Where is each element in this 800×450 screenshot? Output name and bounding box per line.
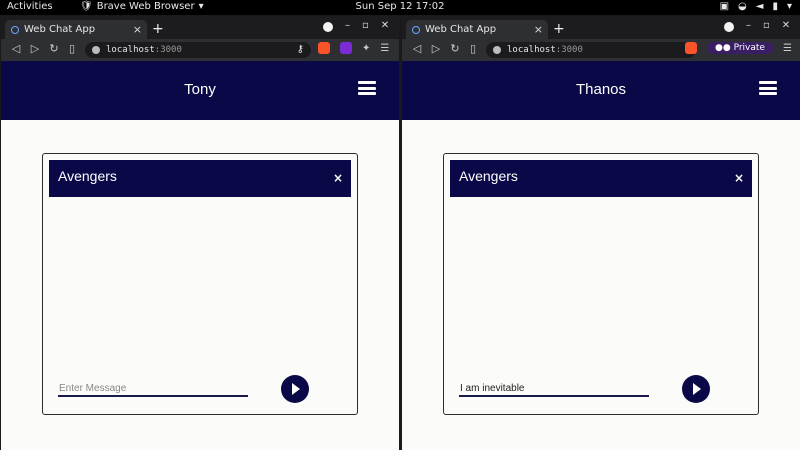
media-indicator-icon[interactable]	[323, 22, 333, 32]
minimize-button[interactable]: –	[746, 20, 751, 31]
reload-button[interactable]: ↻	[448, 42, 462, 55]
incognito-glasses-icon: ●●	[715, 43, 734, 53]
brave-rewards-icon[interactable]	[340, 42, 352, 54]
private-label: Private	[733, 43, 765, 53]
react-favicon-icon	[11, 25, 19, 34]
message-input[interactable]	[459, 381, 649, 397]
close-room-icon[interactable]: ×	[734, 171, 744, 185]
chat-window: Avengers ×	[42, 153, 358, 415]
key-icon[interactable]: ⚷	[297, 44, 304, 55]
tab-web-chat-app[interactable]: Web Chat App ×	[406, 20, 548, 39]
new-tab-button[interactable]: +	[152, 21, 164, 37]
minimize-button[interactable]: –	[345, 20, 350, 31]
message-input[interactable]	[58, 381, 248, 397]
reload-button[interactable]: ↻	[47, 42, 61, 55]
hamburger-menu-icon[interactable]	[358, 81, 376, 95]
app-header: Tony	[1, 61, 399, 120]
tab-title: Web Chat App	[425, 24, 497, 35]
site-info-icon[interactable]	[92, 46, 100, 54]
maximize-button[interactable]: ▫	[763, 20, 770, 31]
camera-icon: ▣	[719, 1, 730, 12]
chevron-down-icon: ▾	[786, 1, 792, 12]
site-info-icon[interactable]	[493, 46, 501, 54]
navigation-toolbar: ◁ ▷ ↻ ▯ localhost:3000 ⚷ ✦ ☰	[1, 39, 399, 61]
battery-icon: ▮	[772, 1, 778, 12]
app-header: Thanos	[402, 61, 800, 120]
url-host: localhost	[106, 45, 155, 55]
web-page: Tony Avengers ×	[1, 61, 399, 450]
username-title: Thanos	[575, 81, 627, 98]
navigation-toolbar: ◁ ▷ ↻ ▯ localhost:3000 ●● Private ☰	[402, 39, 800, 61]
network-icon: ◒	[738, 1, 747, 12]
bookmark-button[interactable]: ▯	[65, 42, 79, 55]
back-button[interactable]: ◁	[410, 42, 424, 55]
extensions-icon[interactable]: ✦	[362, 43, 370, 54]
clock[interactable]: Sun Sep 12 17:02	[356, 1, 445, 12]
close-room-icon[interactable]: ×	[333, 171, 343, 185]
system-top-bar: Activities 🛡 Brave Web Browser ▾ Sun Sep…	[0, 0, 800, 15]
new-tab-button[interactable]: +	[553, 21, 565, 37]
app-menu[interactable]: 🛡 Brave Web Browser ▾	[80, 1, 204, 12]
system-tray[interactable]: ▣ ◒ ◄ ▮ ▾	[720, 1, 792, 12]
volume-icon: ◄	[755, 1, 764, 12]
hamburger-menu-icon[interactable]	[759, 81, 777, 95]
send-button[interactable]	[281, 375, 309, 403]
browser-window-left: Web Chat App × + – ▫ ✕ ◁ ▷ ↻ ▯ localhost…	[1, 16, 399, 450]
url-port: :3000	[154, 45, 182, 55]
maximize-button[interactable]: ▫	[362, 20, 369, 31]
chat-room-header: Avengers ×	[450, 160, 752, 197]
tab-close-icon[interactable]: ×	[133, 23, 142, 36]
window-close-button[interactable]: ✕	[381, 20, 389, 31]
activities-button[interactable]: Activities	[7, 1, 53, 12]
room-name: Avengers	[58, 168, 117, 184]
window-controls: – ▫ ✕	[724, 20, 790, 32]
bookmark-button[interactable]: ▯	[466, 42, 480, 55]
forward-button[interactable]: ▷	[429, 42, 443, 55]
tab-close-icon[interactable]: ×	[534, 23, 543, 36]
forward-button[interactable]: ▷	[28, 42, 42, 55]
chat-window: Avengers ×	[443, 153, 759, 415]
send-arrow-icon	[292, 383, 300, 395]
web-page: Thanos Avengers ×	[402, 61, 800, 450]
send-arrow-icon	[693, 383, 701, 395]
username-title: Tony	[184, 81, 216, 98]
chevron-down-icon: ▾	[198, 1, 204, 12]
url-host: localhost	[507, 45, 556, 55]
browser-window-right: Web Chat App × + – ▫ ✕ ◁ ▷ ↻ ▯ localhost…	[402, 16, 800, 450]
window-close-button[interactable]: ✕	[782, 20, 790, 31]
react-favicon-icon	[412, 25, 420, 34]
address-bar[interactable]: localhost:3000	[486, 42, 696, 58]
chat-room-header: Avengers ×	[49, 160, 351, 197]
tab-strip: Web Chat App × + – ▫ ✕	[402, 16, 800, 39]
browser-menu-icon[interactable]: ☰	[783, 43, 792, 54]
address-bar[interactable]: localhost:3000 ⚷	[85, 42, 311, 58]
private-window-badge[interactable]: ●● Private	[707, 42, 773, 54]
brave-app-icon: 🛡	[80, 1, 93, 12]
brave-shields-icon[interactable]	[685, 42, 697, 54]
browser-menu-icon[interactable]: ☰	[380, 43, 389, 54]
send-button[interactable]	[682, 375, 710, 403]
tab-strip: Web Chat App × + – ▫ ✕	[1, 16, 399, 39]
url-port: :3000	[555, 45, 583, 55]
window-controls: – ▫ ✕	[323, 20, 389, 32]
app-menu-label: Brave Web Browser	[96, 1, 195, 12]
room-name: Avengers	[459, 168, 518, 184]
tab-web-chat-app[interactable]: Web Chat App ×	[5, 20, 147, 39]
back-button[interactable]: ◁	[9, 42, 23, 55]
brave-shields-icon[interactable]	[318, 42, 330, 54]
media-indicator-icon[interactable]	[724, 22, 734, 32]
tab-title: Web Chat App	[24, 24, 96, 35]
